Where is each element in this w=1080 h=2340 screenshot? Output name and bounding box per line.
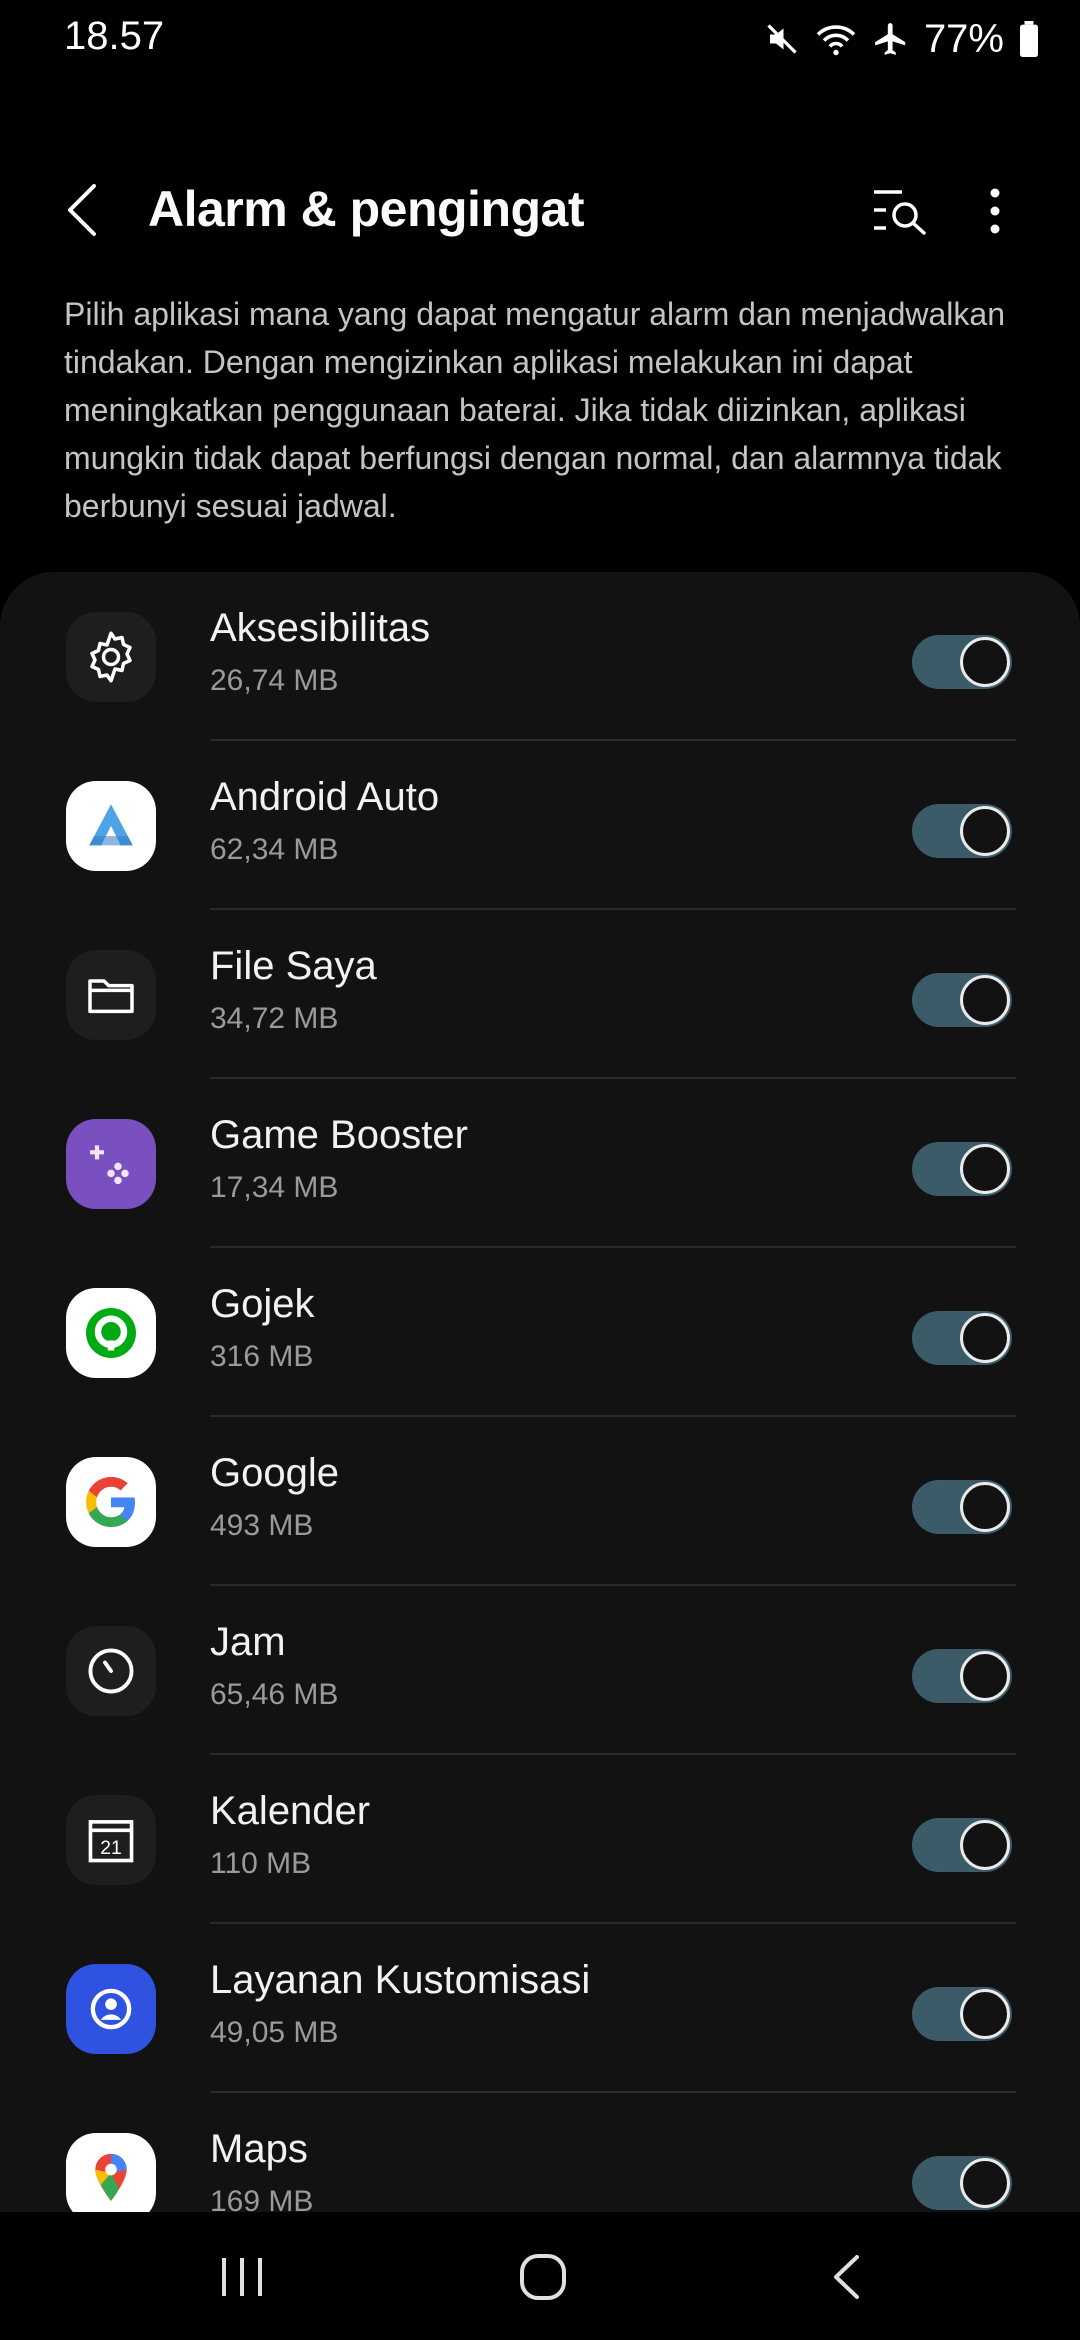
list-item[interactable]: Aksesibilitas 26,74 MB [0,572,1080,741]
app-size: 62,34 MB [210,833,339,866]
recent-apps-button[interactable] [202,2242,282,2312]
permission-toggle[interactable] [912,1818,1012,1872]
app-name: Layanan Kustomisasi [210,1958,591,2002]
calendar-day: 21 [100,1838,122,1859]
toggle-knob [960,975,1010,1025]
toggle-knob [960,1144,1010,1194]
system-back-button[interactable] [806,2242,886,2312]
app-size: 65,46 MB [210,1678,339,1711]
list-item[interactable]: Google 493 MB [0,1417,1080,1586]
accessibility-gear-icon [66,612,156,702]
app-bar: Alarm & pengingat [0,150,1080,270]
status-time: 18.57 [64,14,165,58]
permission-toggle[interactable] [912,635,1012,689]
app-name: Android Auto [210,775,440,819]
google-icon [66,1457,156,1547]
app-size: 316 MB [210,1340,314,1373]
battery-icon [1018,21,1040,57]
permission-toggle[interactable] [912,804,1012,858]
app-size: 17,34 MB [210,1171,339,1204]
back-button[interactable] [52,170,112,250]
permission-toggle[interactable] [912,1480,1012,1534]
app-size: 169 MB [210,2185,314,2212]
android-auto-icon [66,781,156,871]
toggle-knob [960,637,1010,687]
search-button[interactable] [866,176,936,246]
toggle-knob [960,2158,1010,2208]
page-title: Alarm & pengingat [148,181,584,237]
mute-icon [764,21,800,57]
calendar-icon: 21 [66,1795,156,1885]
list-item[interactable]: File Saya 34,72 MB [0,910,1080,1079]
airplane-mode-icon [872,20,910,58]
home-button[interactable] [503,2242,583,2312]
gojek-icon [66,1288,156,1378]
permission-toggle[interactable] [912,1649,1012,1703]
list-item[interactable]: Layanan Kustomisasi 49,05 MB [0,1924,1080,2093]
permission-toggle[interactable] [912,973,1012,1027]
app-size: 34,72 MB [210,1002,339,1035]
toggle-knob [960,1651,1010,1701]
wifi-icon [814,21,858,57]
status-bar: 18.57 77% [0,0,1080,80]
recents-icon [222,2258,262,2296]
page-description: Pilih aplikasi mana yang dapat mengatur … [64,296,1005,524]
list-search-icon [874,190,926,235]
permission-toggle[interactable] [912,2156,1012,2210]
list-item[interactable]: Jam 65,46 MB [0,1586,1080,1755]
app-size: 110 MB [210,1847,312,1880]
permission-toggle[interactable] [912,1142,1012,1196]
status-icons: 77% [764,14,1040,64]
clock-icon [66,1626,156,1716]
app-name: Kalender [210,1789,371,1833]
app-size: 493 MB [210,1509,314,1542]
app-name: Maps [210,2127,308,2171]
app-name: File Saya [210,944,377,988]
permission-toggle[interactable] [912,1311,1012,1365]
maps-icon [66,2133,156,2212]
list-item[interactable]: Android Auto 62,34 MB [0,741,1080,910]
toggle-knob [960,1313,1010,1363]
list-item[interactable]: Game Booster 17,34 MB [0,1079,1080,1248]
app-size: 26,74 MB [210,664,339,697]
app-name: Gojek [210,1282,315,1326]
back-arrow-icon [834,2255,859,2299]
folder-icon [66,950,156,1040]
more-vertical-icon [990,188,1000,234]
app-name: Game Booster [210,1113,468,1157]
toggle-knob [960,1989,1010,2039]
game-booster-icon [66,1119,156,1209]
chevron-left-icon [68,184,96,236]
app-name: Google [210,1451,339,1495]
app-name: Jam [210,1620,286,1664]
toggle-knob [960,1482,1010,1532]
home-icon [520,2254,566,2300]
app-size: 49,05 MB [210,2016,339,2049]
app-name: Aksesibilitas [210,606,431,650]
list-item[interactable]: Gojek 316 MB [0,1248,1080,1417]
list-item[interactable]: Maps 169 MB [0,2093,1080,2212]
list-item[interactable]: 21 Kalender 110 MB [0,1755,1080,1924]
toggle-knob [960,1820,1010,1870]
navigation-bar [0,2212,1080,2340]
more-options-button[interactable] [970,176,1020,246]
toggle-knob [960,806,1010,856]
customization-service-icon [66,1964,156,2054]
battery-percent: 77% [923,16,1004,61]
app-list: Aksesibilitas 26,74 MB Android Auto 62,3… [0,572,1080,2212]
permission-toggle[interactable] [912,1987,1012,2041]
